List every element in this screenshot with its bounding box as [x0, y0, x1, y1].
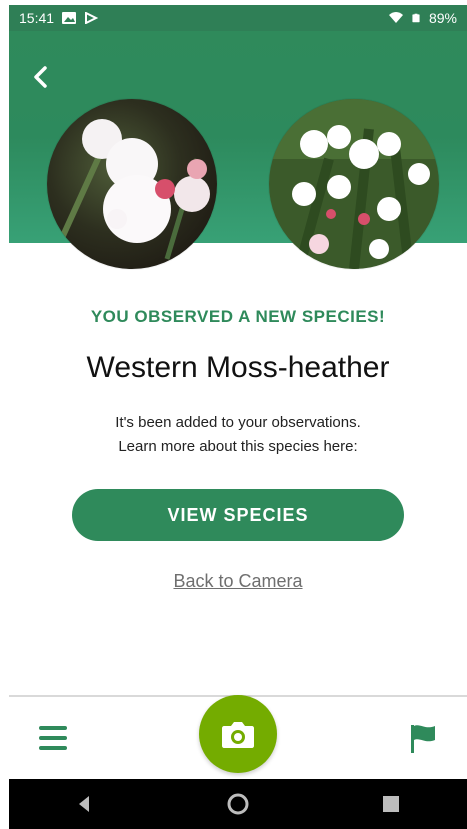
camera-icon [222, 722, 254, 748]
play-store-notification-icon [85, 12, 99, 24]
message-line-2: Learn more about this species here: [118, 438, 358, 455]
battery-icon [412, 13, 420, 23]
battery-percent: 89% [428, 10, 457, 26]
status-left: 15:41 [19, 10, 99, 26]
back-to-camera-link[interactable]: Back to Camera [173, 571, 302, 592]
camera-button[interactable] [199, 695, 277, 773]
android-back-icon[interactable] [74, 793, 96, 815]
confirmation-content: YOU OBSERVED A NEW SPECIES! Western Moss… [9, 243, 467, 592]
bottom-toolbar [9, 695, 467, 779]
status-time: 15:41 [19, 10, 55, 26]
app-screen: 15:41 89% YOU OBSERVED A NEW SPECIES! We… [9, 5, 467, 829]
message-line-1: It's been added to your observations. [115, 414, 361, 431]
hamburger-menu-icon[interactable] [35, 720, 71, 756]
header-banner [9, 31, 467, 269]
flag-icon[interactable] [405, 720, 441, 756]
confirmation-message: It's been added to your observations. Le… [9, 411, 467, 459]
species-name: Western Moss-heather [86, 351, 390, 384]
wifi-icon [388, 12, 403, 23]
system-nav-bar [9, 779, 467, 829]
status-right: 89% [388, 10, 457, 26]
view-species-button[interactable]: VIEW SPECIES [72, 489, 404, 541]
status-bar: 15:41 89% [9, 5, 467, 31]
image-notification-icon [62, 12, 77, 24]
android-home-icon[interactable] [227, 793, 249, 815]
new-species-heading: YOU OBSERVED A NEW SPECIES! [90, 307, 386, 326]
chevron-left-icon[interactable] [29, 65, 53, 89]
android-recents-icon[interactable] [380, 793, 402, 815]
